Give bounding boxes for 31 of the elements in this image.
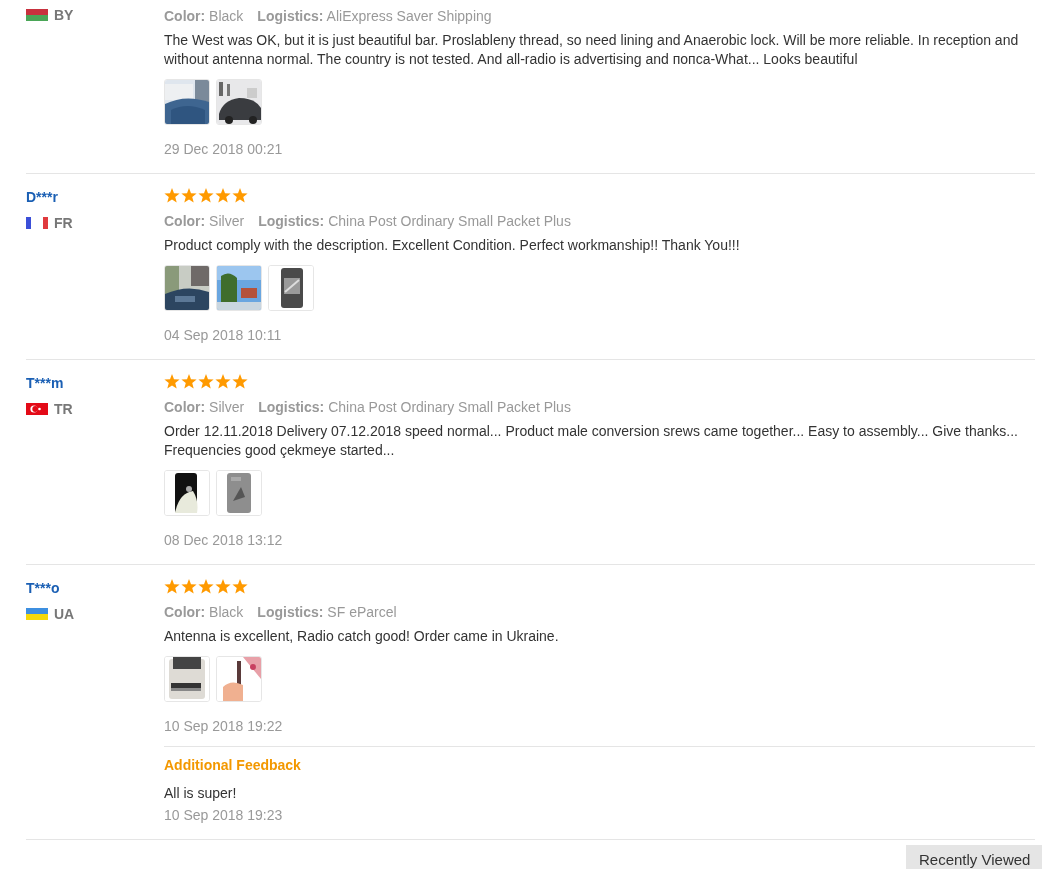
review-date: 10 Sep 2018 19:23 xyxy=(164,807,284,823)
flag-icon xyxy=(26,217,48,229)
color-info: Color: Black xyxy=(164,603,244,622)
logistics-info: Logistics: China Post Ordinary Small Packet Plus xyxy=(258,212,571,231)
logistics-info: Logistics: AliExpress Saver Shipping xyxy=(257,7,492,26)
color-info: Color: Silver xyxy=(164,212,245,231)
review-text: All is super! xyxy=(164,785,238,801)
review-date: 29 Dec 2018 00:21 xyxy=(164,141,284,157)
logistics-info: Logistics: SF eParcel xyxy=(257,603,397,622)
country-code: BY xyxy=(54,7,74,23)
review-date: 08 Dec 2018 13:12 xyxy=(164,532,284,548)
review-text: Product comply with the description. Excellent Condition. Perfect workmanship!! Thank You!!! xyxy=(164,236,741,255)
country-code: TR xyxy=(54,401,73,417)
review-date: 10 Sep 2018 19:22 xyxy=(164,718,284,734)
country-code: UA xyxy=(54,606,75,622)
review-text: Antenna is excellent, Radio catch good! Order came in Ukraine. xyxy=(164,627,560,646)
review-text: The West was OK, but it is just beautiful bar. Proslableny thread, so need lining and Anaerobic lock. Will be more reliable. In reception and without antenna normal. The country is not tested. And all-radio is advertising and попса-What... Looks beautiful xyxy=(164,31,1020,69)
reviewer-name[interactable]: T***m xyxy=(26,375,64,391)
recently-viewed-tab[interactable]: Recently Viewed xyxy=(906,845,1042,869)
logistics-info: Logistics: China Post Ordinary Small Packet Plus xyxy=(258,398,571,417)
flag-icon xyxy=(26,9,48,21)
reviewer-name[interactable]: T***o xyxy=(26,580,60,596)
reviewer-name[interactable]: D***r xyxy=(26,189,58,205)
country-code: FR xyxy=(54,215,73,231)
color-info: Color: Black xyxy=(164,7,244,26)
color-info: Color: Silver xyxy=(164,398,245,417)
flag-icon xyxy=(26,608,48,620)
review-date: 04 Sep 2018 10:11 xyxy=(164,327,283,343)
flag-icon xyxy=(26,403,48,415)
additional-feedback-heading: Additional Feedback xyxy=(164,757,301,773)
review-text: Order 12.11.2018 Delivery 07.12.2018 speed normal... Product male conversion srews came together... Easy to assembly... Give thanks... Frequencies good çekmeye started... xyxy=(164,422,1019,460)
